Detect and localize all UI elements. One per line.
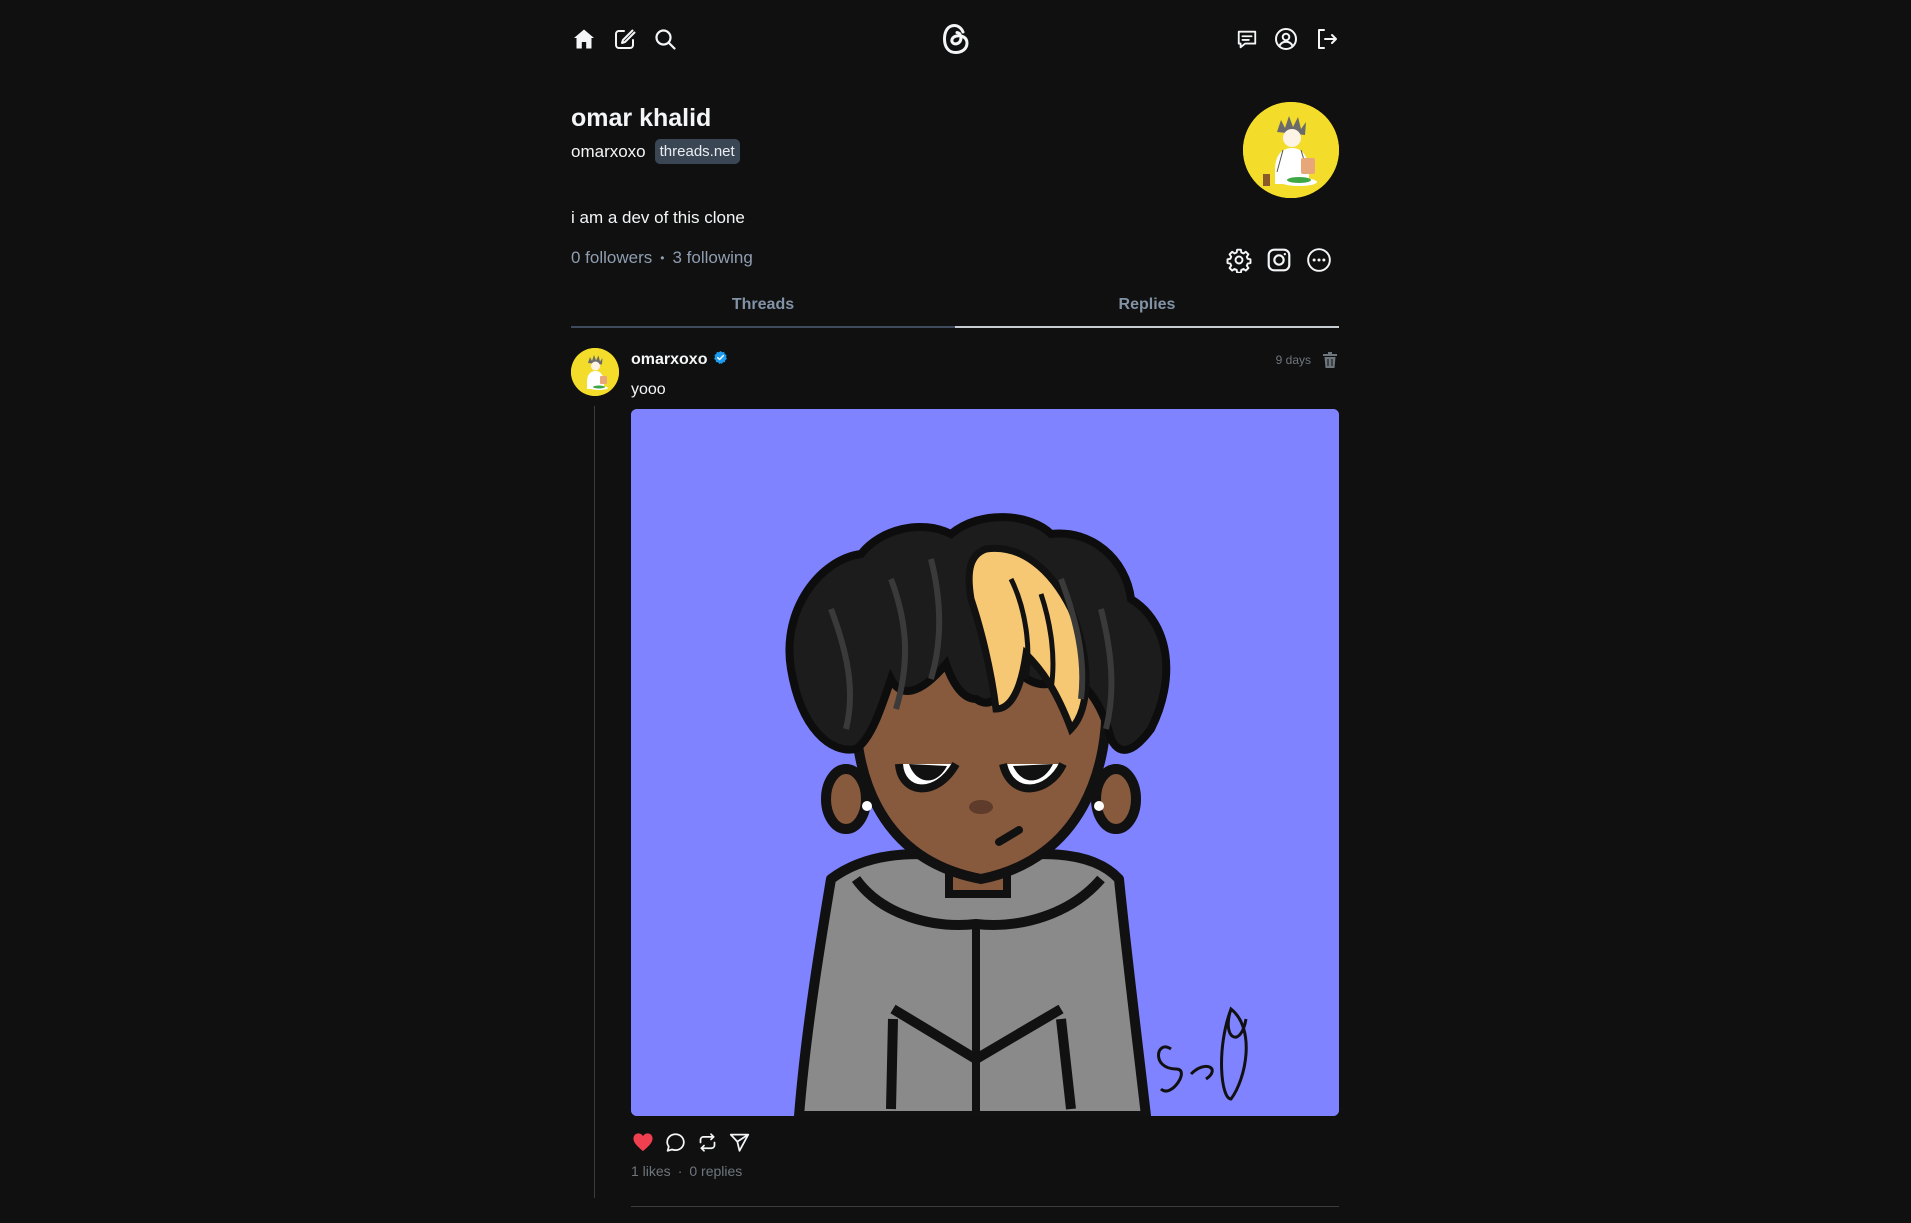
profile-icon[interactable]: [1273, 24, 1299, 54]
messages-icon[interactable]: [1234, 24, 1260, 54]
verified-badge-icon: [713, 350, 728, 370]
post-meta: 1 likes · 0 replies: [631, 1163, 742, 1179]
profile-bio: i am a dev of this clone: [571, 208, 745, 227]
post-text: yooo: [631, 381, 666, 398]
settings-icon[interactable]: [1224, 245, 1254, 275]
like-icon[interactable]: [631, 1130, 655, 1154]
stats-separator: •: [660, 251, 665, 265]
thread-line: [594, 406, 595, 1198]
replies-count[interactable]: 0 replies: [689, 1163, 742, 1179]
domain-badge: threads.net: [654, 139, 740, 164]
top-navigation: [571, 20, 1339, 60]
page-container: omar khalid omarxoxo threads.net i am a …: [571, 0, 1339, 1223]
tab-replies[interactable]: Replies: [955, 284, 1339, 326]
profile-username: omarxoxo: [571, 141, 646, 161]
post-username[interactable]: omarxoxo: [631, 351, 707, 369]
profile-stats: 0 followers • 3 following: [571, 248, 753, 268]
post-header: omarxoxo: [631, 350, 728, 370]
delete-icon[interactable]: [1321, 350, 1339, 370]
tab-threads[interactable]: Threads: [571, 284, 955, 326]
create-post-icon[interactable]: [612, 24, 638, 54]
post-divider: [631, 1206, 1339, 1207]
likes-count[interactable]: 1 likes: [631, 1163, 671, 1179]
tab-threads-underline: [571, 326, 955, 328]
search-icon[interactable]: [652, 24, 678, 54]
repost-icon[interactable]: [695, 1130, 719, 1154]
post-timestamp: 9 days: [1275, 353, 1311, 367]
share-icon[interactable]: [727, 1130, 751, 1154]
more-icon[interactable]: [1304, 245, 1334, 275]
profile-avatar[interactable]: [1243, 102, 1339, 198]
instagram-icon[interactable]: [1264, 245, 1294, 275]
following-count[interactable]: 3 following: [672, 248, 752, 268]
threads-logo[interactable]: [941, 20, 971, 58]
tab-replies-underline: [955, 326, 1339, 328]
profile-handle-row: omarxoxo threads.net: [571, 139, 740, 164]
post-image[interactable]: [631, 409, 1339, 1116]
post-actions: [631, 1130, 751, 1154]
meta-separator: ·: [677, 1163, 683, 1179]
followers-count[interactable]: 0 followers: [571, 248, 652, 268]
logout-icon[interactable]: [1314, 24, 1340, 54]
post-avatar[interactable]: [571, 348, 619, 396]
home-icon[interactable]: [571, 24, 597, 54]
profile-name: omar khalid: [571, 104, 712, 132]
reply-icon[interactable]: [663, 1130, 687, 1154]
profile-tabs: Threads Replies: [571, 284, 1339, 328]
